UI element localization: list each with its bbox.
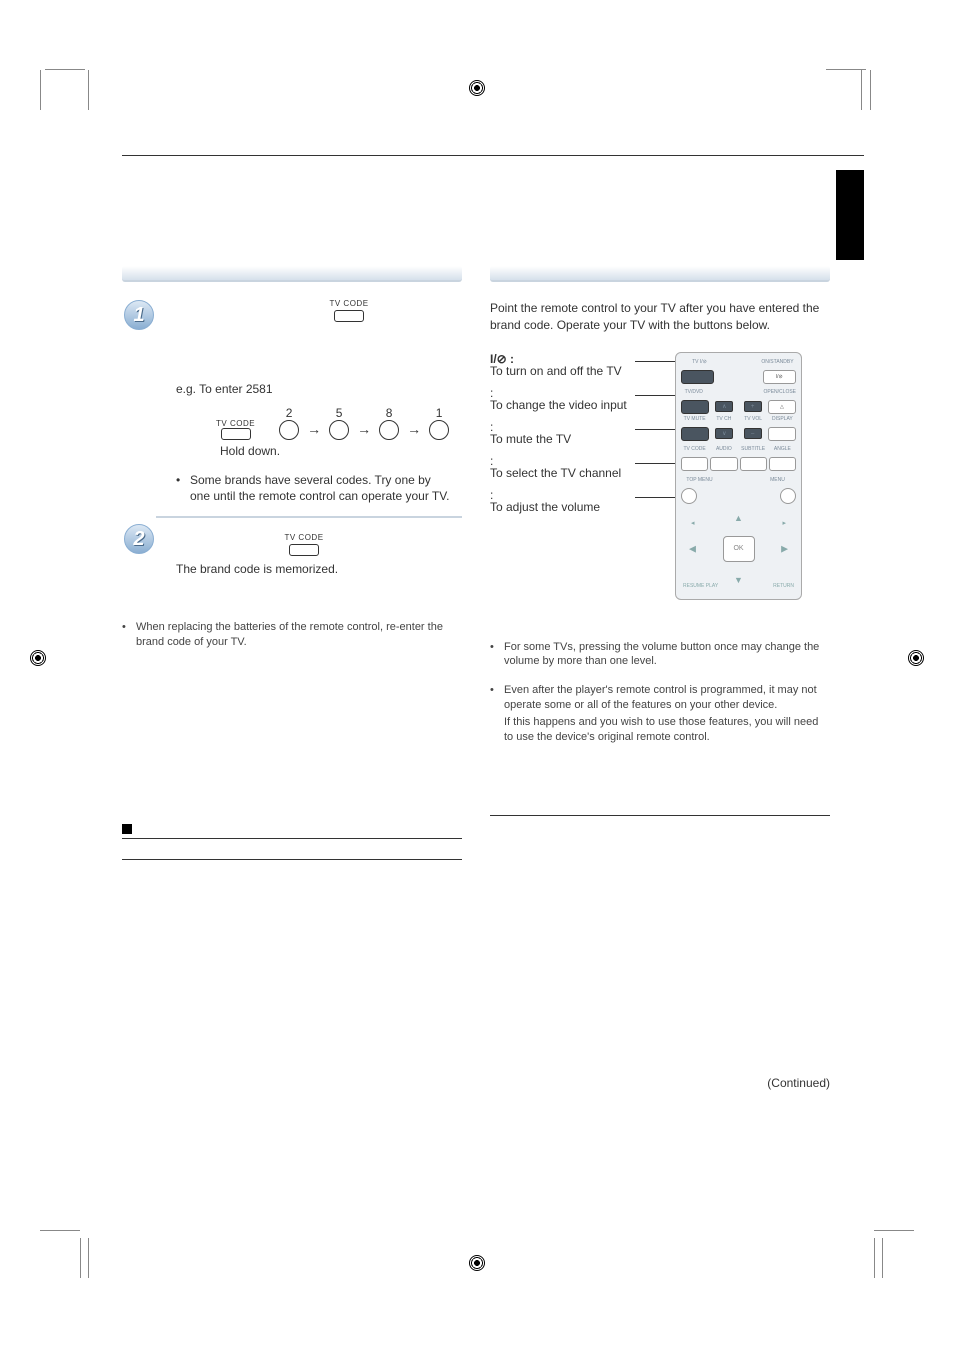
hold-down-label: Hold down. [220, 444, 452, 458]
remote-btn-tv-power [681, 370, 714, 384]
remote-label-tvpower: TV I/⊘ [681, 359, 718, 365]
square-bullet-icon [122, 824, 132, 834]
number-button-icon [429, 420, 449, 440]
section-header-bar-right [490, 266, 830, 282]
number-button-icon [379, 420, 399, 440]
dpad-skip-back-icon: ◂ [691, 519, 695, 527]
digit-5: 5 [336, 406, 343, 420]
remote-btn-vol-down: – [744, 428, 762, 439]
note-programmed: Even after the player's remote control i… [504, 683, 830, 713]
step1-note: • Some brands have several codes. Try on… [176, 472, 452, 504]
note-volume: For some TVs, pressing the volume button… [504, 640, 830, 670]
registration-mark-bottom [469, 1255, 485, 1271]
digit-1: 1 [436, 406, 443, 420]
remote-btn-angle [769, 457, 796, 471]
note-original-remote: If this happens and you wish to use thos… [504, 715, 830, 745]
remote-label-tvcode: TV CODE [681, 446, 708, 452]
func-mute: To mute the TV [490, 432, 655, 446]
digit-8: 8 [386, 406, 393, 420]
remote-label-tvdvd: TV/DVD [681, 389, 707, 395]
lower-section-header [122, 820, 462, 839]
remote-btn-vol-up: + [744, 401, 762, 412]
registration-mark-top [469, 80, 485, 96]
remote-label-subtitle: SUBTITLE [740, 446, 767, 452]
number-button-icon [279, 420, 299, 440]
remote-btn-subtitle [740, 457, 767, 471]
remote-dpad: ▲ ▼ ◀ ▶ ◂ ▸ RESUME PLAY RETURN OK [681, 509, 796, 589]
dpad-up-icon: ▲ [734, 513, 743, 523]
continued-label: (Continued) [490, 1076, 830, 1090]
step1-note-text: Some brands have several codes. Try one … [190, 472, 452, 504]
remote-btn-topmenu [681, 488, 697, 504]
remote-label-tvvol: TV VOL [740, 416, 767, 422]
header-rule [122, 155, 864, 156]
func-channel: To select the TV channel [490, 466, 655, 480]
remote-label-return: RETURN [773, 583, 794, 589]
tv-code-button-icon-3 [289, 544, 319, 556]
page-index-tab [836, 170, 864, 260]
lower-rule-right [490, 815, 830, 816]
remote-btn-display [768, 427, 796, 441]
dpad-left-icon: ◀ [689, 543, 696, 554]
remote-label-tvmute: TV MUTE [681, 416, 708, 422]
tv-code-button-icon [334, 310, 364, 322]
left-notes: • When replacing the batteries of the re… [122, 620, 462, 650]
remote-label-tvch: TV CH [710, 416, 737, 422]
example-label: e.g. To enter 2581 [176, 382, 452, 396]
remote-illustration: TV I/⊘ ON/STANDBY I/⊘ TV/DVD OPEN/CLOSE [675, 352, 802, 600]
digit-2: 2 [286, 406, 293, 420]
arrow-icon: → [355, 421, 373, 437]
remote-btn-eject: △ [768, 400, 796, 414]
remote-btn-ok: OK [723, 536, 755, 562]
remote-label-menu: MENU [759, 477, 796, 483]
number-button-icon [329, 420, 349, 440]
remote-label-angle: ANGLE [769, 446, 796, 452]
remote-btn-tvcode [681, 457, 708, 471]
remote-label-resume: RESUME PLAY [683, 583, 718, 589]
tv-code-label-3: TV CODE [146, 534, 462, 542]
step-2: 2 TV CODE The brand code is memorized. [156, 524, 462, 590]
func-input: To change the video input [490, 398, 655, 412]
remote-btn-power: I/⊘ [763, 370, 796, 384]
remote-btn-ch-down: ∨ [715, 428, 733, 439]
right-intro-text: Point the remote control to your TV afte… [490, 300, 830, 334]
remote-btn-tvdvd [681, 400, 709, 414]
right-notes: • For some TVs, pressing the volume butt… [490, 640, 830, 745]
example-digits: TV CODE 2 → 5 → 8 → 1 [216, 406, 452, 440]
remote-label-audio: AUDIO [710, 446, 737, 452]
memorized-text: The brand code is memorized. [176, 562, 462, 576]
remote-btn-menu [780, 488, 796, 504]
battery-note-text: When replacing the batteries of the remo… [136, 620, 462, 650]
arrow-icon: → [405, 421, 423, 437]
registration-mark-left [30, 650, 46, 666]
func-volume: To adjust the volume [490, 500, 655, 514]
arrow-icon: → [305, 421, 323, 437]
tv-code-button-icon-2 [221, 428, 251, 440]
dpad-skip-fwd-icon: ▸ [782, 519, 786, 527]
dpad-down-icon: ▼ [734, 575, 743, 585]
tv-code-label: TV CODE [246, 300, 452, 308]
step-number-1: 1 [124, 300, 154, 330]
remote-btn-audio [710, 457, 737, 471]
function-block: I/⊘ : To turn on and off the TV : To cha… [490, 352, 830, 600]
remote-label-display: DISPLAY [769, 416, 796, 422]
remote-btn-tvmute [681, 427, 709, 441]
remote-label-openclose: OPEN/CLOSE [764, 389, 797, 395]
dpad-right-icon: ▶ [781, 543, 788, 554]
remote-label-onstandby: ON/STANDBY [759, 359, 796, 365]
section-header-bar-left [122, 266, 462, 282]
step-1: 1 TV CODE e.g. To enter 2581 TV CODE [156, 300, 462, 518]
remote-label-topmenu: TOP MENU [681, 477, 718, 483]
remote-btn-ch-up: ∧ [715, 401, 733, 412]
tv-code-label-2: TV CODE [216, 420, 255, 428]
registration-mark-right [908, 650, 924, 666]
lower-rule [122, 859, 462, 860]
func-power: To turn on and off the TV [490, 364, 655, 378]
